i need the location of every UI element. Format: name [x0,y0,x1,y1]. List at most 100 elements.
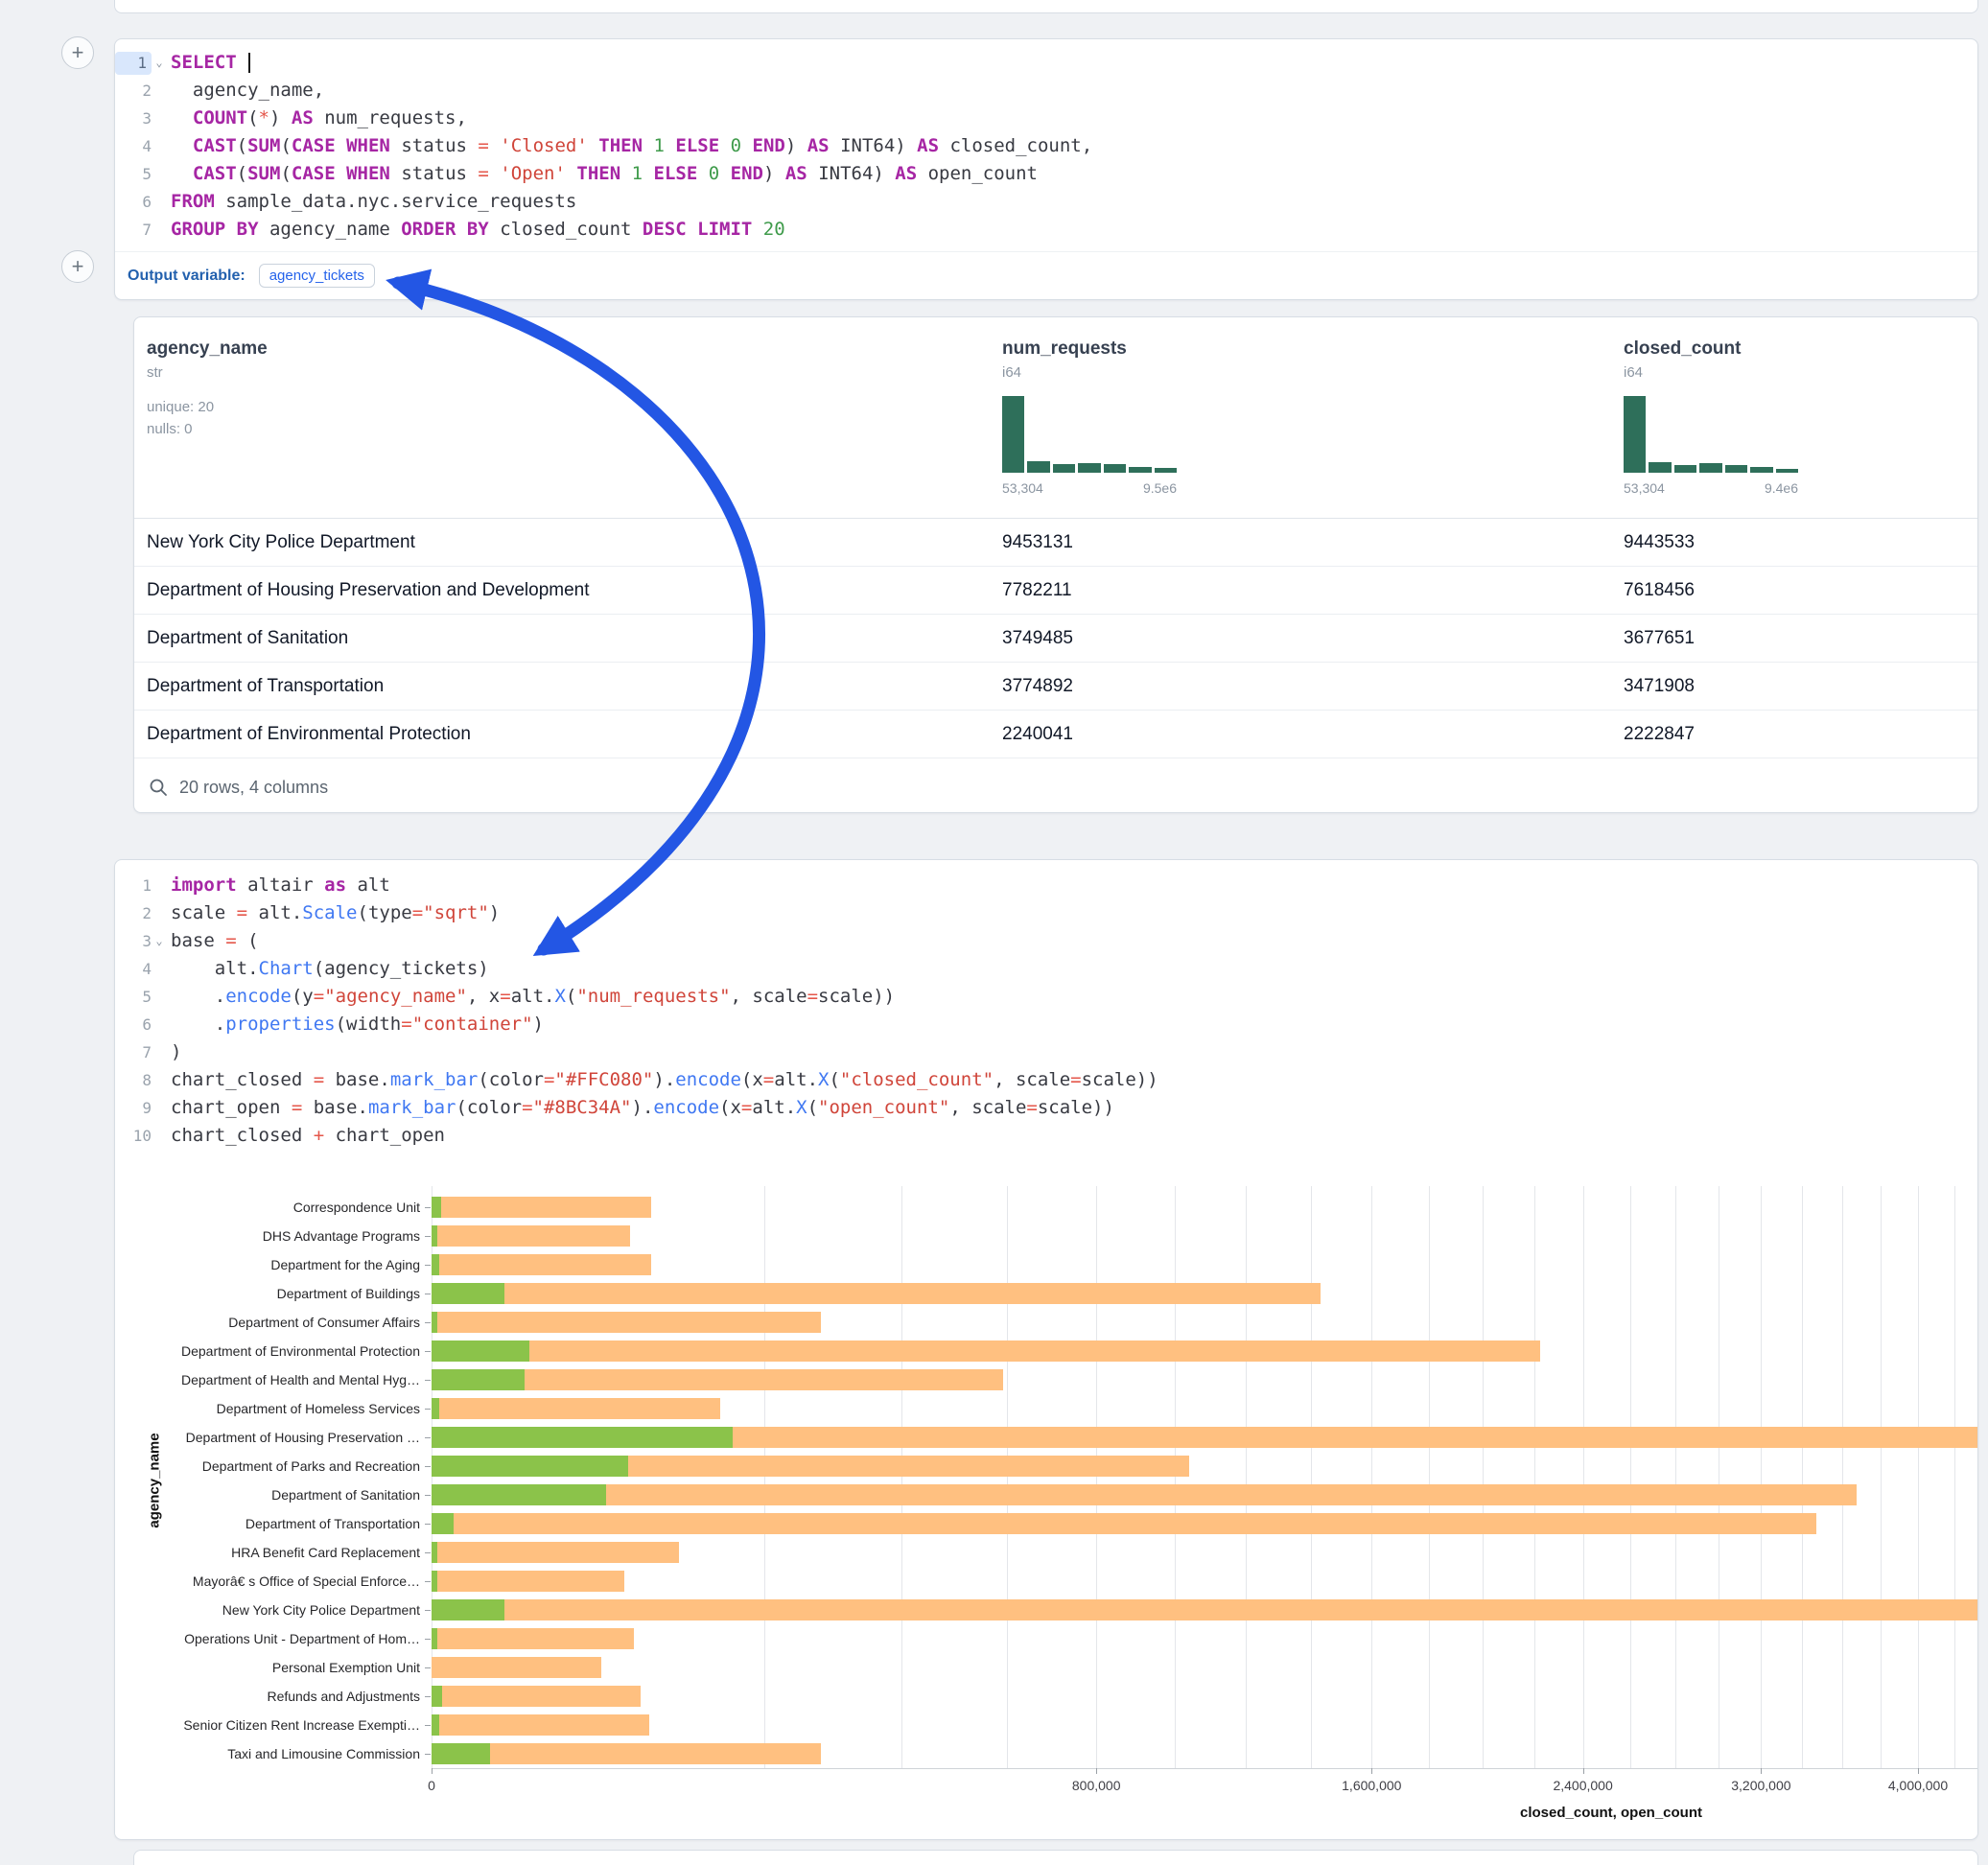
y-axis-label: Department of Health and Mental Hyg… [115,1371,420,1388]
sql-cell: 1⌄SELECT 2 agency_name,3 COUNT(*) AS num… [114,38,1978,300]
y-axis-label: Personal Exemption Unit [115,1659,420,1676]
code-line[interactable]: 1import altair as alt [115,872,1977,899]
code-line[interactable]: 6 .properties(width="container") [115,1011,1977,1038]
histogram-bar [1674,465,1696,473]
column-type: i64 [1624,364,1798,381]
table-row[interactable]: Department of Transportation377489234719… [134,663,1977,711]
column-header[interactable]: num_requestsi6453,3049.5e6 [1002,338,1177,496]
code-line[interactable]: 5 CAST(SUM(CASE WHEN status = 'Open' THE… [115,160,1977,188]
table-row[interactable]: Department of Environmental Protection22… [134,711,1977,758]
python-editor[interactable]: 1import altair as alt2scale = alt.Scale(… [115,860,1977,1157]
gridline [1096,1186,1097,1768]
x-axis-title: closed_count, open_count [1520,1805,1702,1821]
bar-closed [432,1283,1321,1304]
table-row[interactable]: Department of Sanitation37494853677651 [134,615,1977,663]
code-line[interactable]: 4 alt.Chart(agency_tickets) [115,955,1977,983]
table-cell: 9443533 [1624,519,1695,566]
histogram-bar [1027,461,1049,473]
code-line[interactable]: 6FROM sample_data.nyc.service_requests [115,188,1977,216]
bar-open [432,1743,490,1764]
column-histogram [1624,396,1798,473]
x-axis-tick [432,1768,433,1774]
bar-open [432,1283,504,1304]
gridline [1246,1186,1247,1768]
add-cell-button-mid[interactable]: + [61,250,94,283]
bar-open [432,1312,437,1333]
code-line[interactable]: 9chart_open = base.mark_bar(color="#8BC3… [115,1094,1977,1122]
bar-closed [432,1197,651,1218]
line-number: 6 [125,191,152,214]
line-number-gutter: 4 [115,955,167,983]
y-axis-tick [425,1466,431,1467]
gridline [1429,1186,1430,1768]
output-variable-pill[interactable]: agency_tickets [259,264,375,288]
bar-open [432,1398,439,1419]
column-header[interactable]: agency_namestrunique: 20nulls: 0 [147,338,268,440]
line-number-gutter: 9 [115,1094,167,1122]
line-number-gutter: 7 [115,216,167,244]
table-preview: agency_namestrunique: 20nulls: 0num_requ… [133,316,1978,813]
line-number-gutter: 6 [115,188,167,216]
code-line[interactable]: 5 .encode(y="agency_name", x=alt.X("num_… [115,983,1977,1011]
y-axis-label: Mayorâ€ s Office of Special Enforce… [115,1573,420,1590]
code-line[interactable]: 4 CAST(SUM(CASE WHEN status = 'Closed' T… [115,132,1977,160]
bar-open [432,1369,525,1390]
bar-closed [432,1599,1977,1620]
table-body: New York City Police Department945313194… [134,519,1977,758]
y-axis-tick [425,1696,431,1697]
y-axis-label: Refunds and Adjustments [115,1688,420,1705]
sql-editor[interactable]: 1⌄SELECT 2 agency_name,3 COUNT(*) AS num… [115,39,1977,251]
bar-closed [432,1657,601,1678]
line-number-gutter: 7 [115,1038,167,1066]
python-cell: 1import altair as alt2scale = alt.Scale(… [114,859,1978,1840]
code-line[interactable]: 3⌄base = ( [115,927,1977,955]
table-cell: 3774892 [1002,663,1073,710]
table-footer: 20 rows, 4 columns [134,758,1977,813]
histogram-bar [1750,467,1772,473]
line-number: 1 [125,874,152,898]
code-text: agency_name, [167,77,324,105]
y-axis-label: Department of Environmental Protection [115,1342,420,1360]
column-stats: unique: 20nulls: 0 [147,396,268,440]
code-line[interactable]: 3 COUNT(*) AS num_requests, [115,105,1977,132]
table-row[interactable]: New York City Police Department945313194… [134,519,1977,567]
y-axis-tick [425,1380,431,1381]
line-number: 7 [125,219,152,242]
histogram-bar [1155,468,1177,473]
code-line[interactable]: 10chart_closed + chart_open [115,1122,1977,1150]
bar-open [432,1456,628,1477]
gridline [1675,1186,1676,1768]
code-line[interactable]: 1⌄SELECT [115,49,1977,77]
fold-caret[interactable]: ⌄ [152,49,167,77]
y-axis-title: agency_name [147,1433,163,1527]
y-axis-label: DHS Advantage Programs [115,1227,420,1245]
bar-open [432,1197,441,1218]
x-axis-label: 1,600,000 [1342,1778,1401,1793]
fold-caret[interactable]: ⌄ [152,927,167,955]
column-header[interactable]: closed_counti6453,3049.4e6 [1624,338,1798,496]
code-text: .encode(y="agency_name", x=alt.X("num_re… [167,983,895,1011]
y-axis-tick [425,1610,431,1611]
code-line[interactable]: 7GROUP BY agency_name ORDER BY closed_co… [115,216,1977,244]
line-number-gutter: 4 [115,132,167,160]
gridline [1630,1186,1631,1768]
x-axis-label: 3,200,000 [1731,1778,1790,1793]
add-cell-button-top[interactable]: + [61,36,94,69]
table-cell: 2222847 [1624,711,1695,758]
column-name: closed_count [1624,338,1798,360]
histogram-bar [1104,464,1126,473]
bar-open [432,1542,437,1563]
y-axis-tick [425,1667,431,1668]
gridline [1802,1186,1803,1768]
column-type: str [147,364,268,381]
table-row[interactable]: Department of Housing Preservation and D… [134,567,1977,615]
gridline [1483,1186,1484,1768]
search-icon[interactable] [149,778,168,797]
bar-closed [432,1254,651,1275]
code-line[interactable]: 8chart_closed = base.mark_bar(color="#FF… [115,1066,1977,1094]
code-line[interactable]: 2scale = alt.Scale(type="sqrt") [115,899,1977,927]
code-line[interactable]: 7) [115,1038,1977,1066]
code-line[interactable]: 2 agency_name, [115,77,1977,105]
bar-open [432,1571,437,1592]
line-number-gutter: 8 [115,1066,167,1094]
